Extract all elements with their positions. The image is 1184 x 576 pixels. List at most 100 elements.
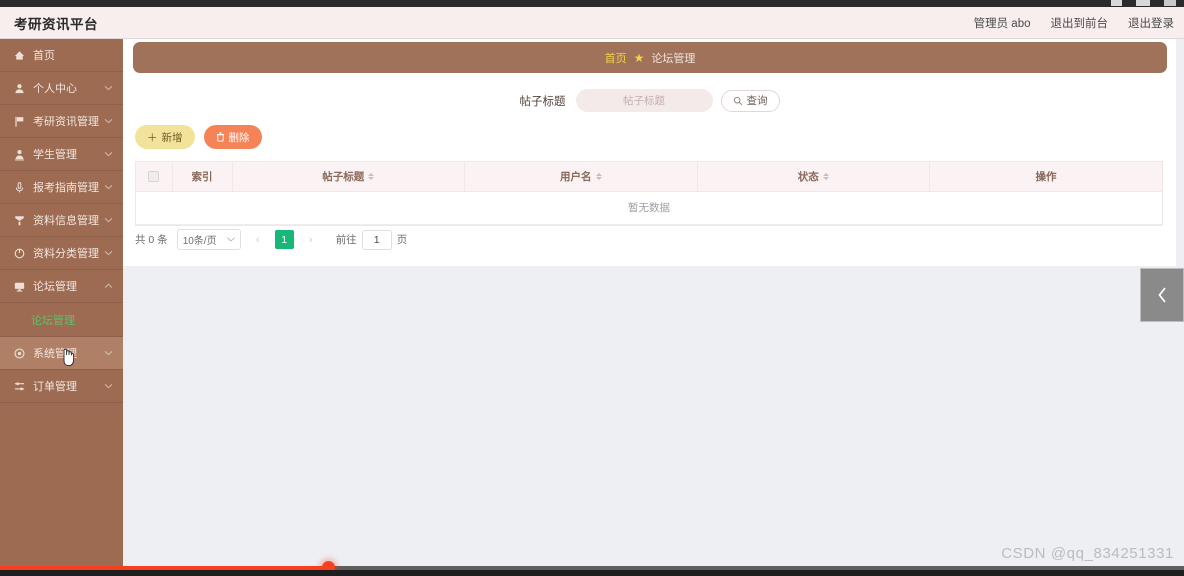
column-label: 用户名 — [560, 169, 592, 184]
exit-to-frontend-link[interactable]: 退出到前台 — [1051, 15, 1109, 31]
sidebar-item-资料信息管理[interactable]: 资料信息管理 — [0, 204, 123, 237]
breadcrumb-home-link[interactable]: 首页 — [605, 50, 627, 66]
pagination-next-button[interactable]: › — [303, 231, 319, 249]
column-label: 索引 — [192, 169, 213, 184]
delete-button-label: 删除 — [229, 130, 250, 145]
bottom-edge-strip — [0, 570, 1184, 576]
category-icon — [13, 247, 26, 260]
home-icon — [13, 49, 26, 62]
trash-icon — [216, 132, 225, 142]
sidebar-item-资料分类管理[interactable]: 资料分类管理 — [0, 237, 123, 270]
add-button-label: 新增 — [162, 130, 183, 145]
search-bar: 帖子标题 查询 — [123, 89, 1176, 112]
column-label: 帖子标题 — [322, 169, 364, 184]
order-icon — [13, 380, 26, 393]
sidebar-submenu-item-论坛管理[interactable]: 论坛管理 — [0, 303, 123, 337]
column-post-title[interactable]: 帖子标题 — [232, 162, 465, 191]
logout-link[interactable]: 退出登录 — [1128, 15, 1174, 31]
flag-icon — [13, 115, 26, 128]
table-empty-message: 暂无数据 — [136, 191, 1162, 224]
chevron-down-icon — [227, 237, 235, 242]
sidebar-item-label: 论坛管理 — [33, 278, 103, 294]
pagination-jump-suffix: 页 — [397, 232, 408, 247]
page-size-value: 10条/页 — [183, 232, 227, 247]
breadcrumb-current: 论坛管理 — [651, 50, 695, 66]
chevron-down-icon[interactable] — [103, 381, 113, 391]
sidebar-item-首页[interactable]: 首页 — [0, 39, 123, 72]
sidebar-item-label: 资料分类管理 — [33, 245, 103, 261]
search-icon — [733, 96, 743, 106]
header-actions: 管理员 abo 退出到前台 退出登录 — [974, 15, 1174, 31]
page-size-select[interactable]: 10条/页 — [177, 229, 241, 250]
table-header-row: 索引 帖子标题 用户名 状态 操作 — [136, 162, 1162, 191]
table-empty-row: 暂无数据 — [136, 191, 1162, 224]
window-minimize-button[interactable] — [1111, 0, 1122, 6]
chevron-down-icon[interactable] — [103, 149, 113, 159]
search-input[interactable] — [576, 89, 713, 112]
window-close-button[interactable] — [1164, 0, 1176, 6]
breadcrumb: 首页 ★ 论坛管理 — [133, 42, 1167, 73]
pagination-page-1[interactable]: 1 — [275, 230, 294, 249]
column-username[interactable]: 用户名 — [465, 162, 698, 191]
sidebar-item-label: 考研资讯管理 — [33, 113, 103, 129]
select-all-checkbox[interactable] — [148, 171, 159, 182]
table-toolbar: ＋ 新增 删除 — [135, 125, 262, 149]
main-content: 首页 ★ 论坛管理 帖子标题 查询 ＋ 新增 — [123, 39, 1184, 576]
column-actions: 操作 — [930, 162, 1163, 191]
pagination: 共 0 条 10条/页 ‹ 1 › 前往 页 — [135, 229, 407, 250]
column-label: 状态 — [798, 169, 819, 184]
chevron-down-icon[interactable] — [103, 116, 113, 126]
settings-icon — [13, 347, 26, 360]
student-icon — [13, 148, 26, 161]
chevron-down-icon[interactable] — [103, 83, 113, 93]
sidebar-item-报考指南管理[interactable]: 报考指南管理 — [0, 171, 123, 204]
sidebar-item-label: 首页 — [33, 47, 113, 63]
sidebar-item-系统管理[interactable]: 系统管理 — [0, 337, 123, 370]
delete-button[interactable]: 删除 — [204, 125, 262, 149]
plus-icon: ＋ — [147, 130, 158, 145]
chevron-up-icon[interactable] — [103, 281, 113, 291]
window-controls — [1111, 0, 1176, 7]
sidebar-submenu-label: 论坛管理 — [31, 312, 75, 328]
column-label: 操作 — [1036, 169, 1057, 184]
sidebar-item-个人中心[interactable]: 个人中心 — [0, 72, 123, 105]
query-button[interactable]: 查询 — [721, 90, 780, 112]
content-card: 首页 ★ 论坛管理 帖子标题 查询 ＋ 新增 — [123, 39, 1176, 266]
chevron-down-icon[interactable] — [103, 348, 113, 358]
sidebar-item-label: 报考指南管理 — [33, 179, 103, 195]
sort-toggle-icon[interactable] — [368, 173, 374, 180]
sidebar-submenu: 论坛管理 — [0, 303, 123, 337]
window-titlebar — [0, 0, 1184, 7]
application-window: 考研资讯平台 管理员 abo 退出到前台 退出登录 首页个人中心考研资讯管理学生… — [0, 0, 1184, 576]
pagination-jump-prefix: 前往 — [336, 232, 357, 247]
sidebar-item-学生管理[interactable]: 学生管理 — [0, 138, 123, 171]
data-table: 索引 帖子标题 用户名 状态 操作 暂无数据 — [135, 161, 1163, 226]
window-maximize-button[interactable] — [1136, 0, 1150, 6]
chevron-down-icon[interactable] — [103, 182, 113, 192]
chevron-down-icon[interactable] — [103, 215, 113, 225]
collapse-panel-button[interactable] — [1140, 268, 1184, 322]
search-label: 帖子标题 — [520, 93, 566, 109]
select-all-checkbox-cell — [136, 162, 172, 191]
pagination-total: 共 0 条 — [135, 232, 168, 247]
sort-toggle-icon[interactable] — [823, 173, 829, 180]
user-icon — [13, 82, 26, 95]
sidebar-navigation: 首页个人中心考研资讯管理学生管理报考指南管理资料信息管理资料分类管理论坛管理论坛… — [0, 39, 123, 576]
guide-icon — [13, 181, 26, 194]
pagination-prev-button[interactable]: ‹ — [250, 231, 266, 249]
sidebar-item-label: 订单管理 — [33, 378, 103, 394]
column-status[interactable]: 状态 — [697, 162, 930, 191]
chevron-down-icon[interactable] — [103, 248, 113, 258]
add-button[interactable]: ＋ 新增 — [135, 125, 195, 149]
app-title: 考研资讯平台 — [14, 13, 98, 33]
pagination-jump-input[interactable] — [362, 230, 392, 250]
sidebar-item-论坛管理[interactable]: 论坛管理 — [0, 270, 123, 303]
sidebar-item-订单管理[interactable]: 订单管理 — [0, 370, 123, 403]
sidebar-item-考研资讯管理[interactable]: 考研资讯管理 — [0, 105, 123, 138]
sidebar-item-label: 个人中心 — [33, 80, 103, 96]
chevron-left-icon — [1156, 285, 1169, 305]
star-icon: ★ — [634, 52, 645, 64]
sidebar-item-label: 资料信息管理 — [33, 212, 103, 228]
sort-toggle-icon[interactable] — [596, 173, 602, 180]
forum-icon — [13, 280, 26, 293]
